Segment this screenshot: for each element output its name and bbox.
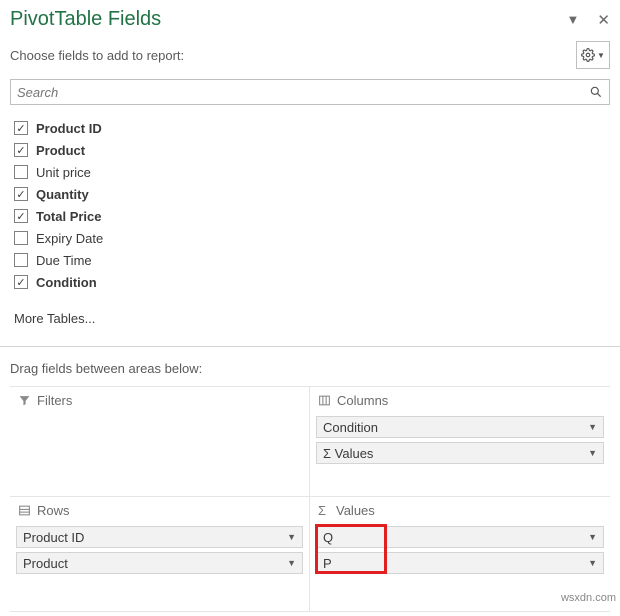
chevron-down-icon[interactable]: ▼	[588, 448, 597, 458]
chevron-down-icon[interactable]: ▼	[588, 558, 597, 568]
values-title: Values	[336, 503, 375, 518]
field-checkbox[interactable]: ✓	[14, 209, 28, 223]
divider	[0, 346, 620, 347]
columns-area[interactable]: Columns Condition ▼ Σ Values ▼	[310, 387, 610, 497]
search-input-wrapper[interactable]	[10, 79, 610, 105]
instruction-row: Choose fields to add to report: ▼	[10, 41, 610, 69]
instruction-text: Choose fields to add to report:	[10, 48, 184, 63]
columns-header: Columns	[318, 393, 604, 408]
rows-title: Rows	[37, 503, 70, 518]
filters-header: Filters	[18, 393, 303, 408]
area-field-pill[interactable]: Σ Values ▼	[316, 442, 604, 464]
area-field-pill[interactable]: Q▼	[316, 526, 604, 548]
search-icon	[589, 85, 603, 99]
field-item[interactable]: ✓ Total Price	[14, 205, 610, 227]
chevron-down-icon[interactable]: ▼	[287, 558, 296, 568]
more-tables-link[interactable]: More Tables...	[14, 311, 610, 326]
area-field-pill[interactable]: Product ID ▼	[16, 526, 303, 548]
field-label: Product	[36, 143, 85, 158]
field-label: Condition	[36, 275, 97, 290]
area-field-label: Product ID	[23, 530, 84, 545]
field-checkbox[interactable]	[14, 231, 28, 245]
field-label: Total Price	[36, 209, 102, 224]
chevron-down-icon[interactable]: ▼	[588, 422, 597, 432]
field-item[interactable]: ✓ Quantity	[14, 183, 610, 205]
field-checkbox[interactable]: ✓	[14, 121, 28, 135]
sigma-icon: Σ	[318, 503, 330, 518]
filter-icon	[18, 394, 31, 407]
pane-header: PivotTable Fields ▼ ✕	[10, 8, 610, 31]
field-item[interactable]: ✓ Product ID	[14, 117, 610, 139]
field-label: Quantity	[36, 187, 89, 202]
field-label: Unit price	[36, 165, 91, 180]
field-item[interactable]: Due Time	[14, 249, 610, 271]
filters-title: Filters	[37, 393, 72, 408]
field-checkbox[interactable]: ✓	[14, 187, 28, 201]
pane-window-controls: ▼ ✕	[567, 11, 610, 29]
filters-area[interactable]: Filters	[10, 387, 310, 497]
area-field-label: Condition	[323, 420, 378, 435]
field-item[interactable]: ✓ Condition	[14, 271, 610, 293]
area-field-label: P	[323, 556, 332, 571]
field-checkbox[interactable]	[14, 165, 28, 179]
columns-icon	[318, 394, 331, 407]
gear-icon	[581, 48, 595, 62]
area-field-pill[interactable]: Condition ▼	[316, 416, 604, 438]
area-field-pill[interactable]: P▼	[316, 552, 604, 574]
chevron-down-icon: ▼	[597, 51, 605, 60]
field-item[interactable]: Unit price	[14, 161, 610, 183]
field-checkbox[interactable]: ✓	[14, 143, 28, 157]
chevron-down-icon[interactable]: ▼	[287, 532, 296, 542]
chevron-down-icon[interactable]: ▼	[588, 532, 597, 542]
field-label: Product ID	[36, 121, 102, 136]
pane-title: PivotTable Fields	[10, 8, 161, 31]
field-label: Expiry Date	[36, 231, 103, 246]
field-checkbox[interactable]: ✓	[14, 275, 28, 289]
area-field-label: Σ Values	[323, 446, 373, 461]
pivot-fields-pane: PivotTable Fields ▼ ✕ Choose fields to a…	[0, 0, 620, 616]
field-item[interactable]: ✓ Product	[14, 139, 610, 161]
field-checkbox[interactable]	[14, 253, 28, 267]
tools-button[interactable]: ▼	[576, 41, 610, 69]
close-icon[interactable]: ✕	[597, 11, 610, 29]
area-field-pill[interactable]: Product ▼	[16, 552, 303, 574]
area-field-label: Q	[323, 530, 333, 545]
field-list: ✓ Product ID ✓ Product Unit price ✓ Quantity ✓ T…	[14, 117, 610, 293]
task-pane-options-icon[interactable]: ▼	[567, 12, 580, 27]
field-item[interactable]: Expiry Date	[14, 227, 610, 249]
values-header: Σ Values	[318, 503, 604, 518]
rows-area[interactable]: Rows Product ID ▼ Product ▼	[10, 497, 310, 612]
drag-instruction: Drag fields between areas below:	[10, 361, 610, 376]
field-label: Due Time	[36, 253, 92, 268]
search-input[interactable]	[17, 85, 589, 100]
columns-title: Columns	[337, 393, 388, 408]
rows-header: Rows	[18, 503, 303, 518]
drop-areas: Filters Columns Condition ▼ Σ Values ▼ Rows…	[10, 386, 610, 612]
watermark: wsxdn.com	[561, 592, 616, 604]
rows-icon	[18, 504, 31, 517]
area-field-label: Product	[23, 556, 68, 571]
